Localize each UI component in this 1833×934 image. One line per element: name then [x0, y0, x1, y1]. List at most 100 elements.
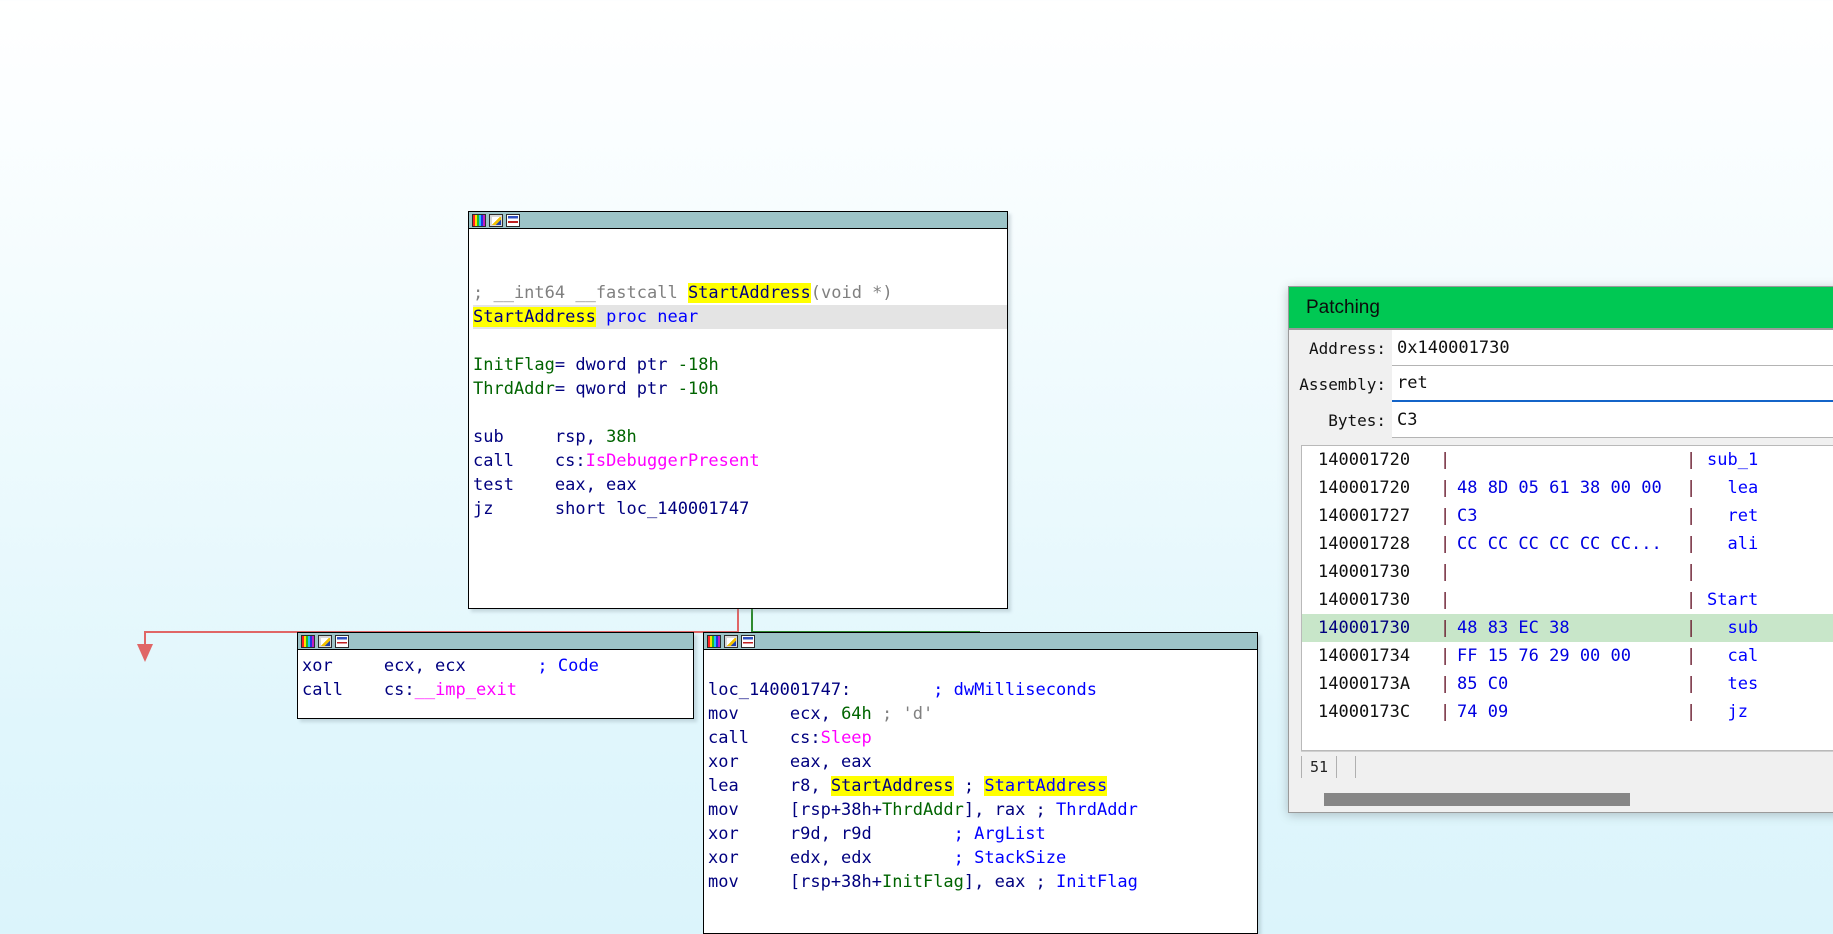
patch-hex-row[interactable]: 140001730 | 48 83 EC 38 | sub	[1302, 614, 1833, 642]
code-token: -10h	[677, 379, 719, 399]
graph-node-loop[interactable]: loc_140001747: ; dwMilliseconds mov ecx, …	[703, 632, 1258, 934]
address-field-row: Address: 0x140001730	[1289, 330, 1833, 366]
hex-row-disasm: ali	[1707, 534, 1759, 554]
chart-icon[interactable]	[741, 634, 755, 648]
chart-icon[interactable]	[506, 213, 520, 227]
code-token: __imp_exit	[414, 680, 517, 700]
code-token: ; StackSize	[953, 848, 1067, 868]
code-token: InitFlag	[1056, 872, 1138, 892]
code-line: call cs:IsDebuggerPresent	[473, 449, 1007, 473]
hex-row-disasm: ret	[1707, 506, 1759, 526]
hex-row-bytes: FF 15 76 29 00 00	[1457, 646, 1631, 666]
patch-hex-row[interactable]: 14000173C | 74 09 | jz	[1302, 698, 1833, 726]
node-titlebar[interactable]	[469, 212, 1007, 229]
code-token: qword ptr	[575, 379, 678, 399]
code-token: -18h	[677, 355, 719, 375]
code-token: InitFlag	[882, 872, 964, 892]
code-token: StartAddress	[984, 776, 1108, 796]
bytes-label: Bytes:	[1328, 410, 1386, 430]
code-token: dword ptr	[575, 355, 678, 375]
pencil-icon[interactable]	[489, 213, 503, 227]
address-input[interactable]: 0x140001730	[1392, 330, 1833, 366]
hex-column-separator: |	[1686, 562, 1697, 582]
hex-row-address: 140001730	[1318, 618, 1411, 638]
code-token: =	[554, 355, 576, 375]
code-token: ; 'd'	[871, 704, 934, 724]
hex-row-address: 14000173C	[1318, 702, 1411, 722]
code-line: xor edx, edx ; StackSize	[708, 846, 1257, 870]
graph-node-exit[interactable]: xor ecx, ecx ; Code call cs:__imp_exit	[297, 632, 694, 719]
hex-column-separator: |	[1440, 702, 1451, 722]
colors-icon[interactable]	[472, 213, 486, 227]
hex-column-separator: |	[1686, 534, 1697, 554]
bytes-field-row: Bytes: C3	[1289, 402, 1833, 438]
patching-dialog[interactable]: Patching Address: 0x140001730 Assembly: …	[1288, 286, 1833, 813]
graph-node-entry[interactable]: ; __int64 __fastcall StartAddress(void *…	[468, 211, 1008, 609]
hex-row-bytes: 48 8D 05 61 38 00 00	[1457, 478, 1662, 498]
code-token: ], rax ;	[963, 800, 1057, 820]
hex-row-bytes: CC CC CC CC CC CC...	[1457, 534, 1662, 554]
patch-hex-row[interactable]: 140001734 | FF 15 76 29 00 00 | cal	[1302, 642, 1833, 670]
colors-icon[interactable]	[301, 634, 315, 648]
patch-hex-row[interactable]: 140001720 | 48 8D 05 61 38 00 00 | lea	[1302, 474, 1833, 502]
hex-column-separator: |	[1686, 674, 1697, 694]
colors-icon[interactable]	[707, 634, 721, 648]
patch-hex-list[interactable]: 140001720 | | sub_1 140001720 | 48 8D 05 61 38…	[1301, 445, 1833, 751]
node-titlebar[interactable]	[298, 633, 693, 650]
code-line: sub rsp, 38h	[473, 425, 1007, 449]
horizontal-scrollbar[interactable]	[1301, 786, 1833, 812]
code-line: ; __int64 __fastcall StartAddress(void *…	[473, 281, 1007, 305]
hex-row-address: 140001720	[1318, 450, 1411, 470]
code-token: mov ecx,	[708, 704, 842, 724]
hex-column-separator: |	[1686, 646, 1697, 666]
patch-hex-row[interactable]: 140001727 | C3 | ret	[1302, 502, 1833, 530]
code-token: ThrdAddr	[1056, 800, 1138, 820]
code-token: IsDebuggerPresent	[585, 451, 760, 471]
code-line: mov [rsp+38h+InitFlag], eax ; InitFlag	[708, 870, 1257, 894]
patching-title-bar: Patching	[1289, 287, 1833, 330]
code-token: ; Code	[537, 656, 599, 676]
code-token: call cs:	[708, 728, 821, 748]
code-line: StartAddress proc near	[473, 305, 1007, 329]
hex-row-disasm: lea	[1707, 478, 1759, 498]
patch-hex-row[interactable]: 14000173A | 85 C0 | tes	[1302, 670, 1833, 698]
code-token: ; dwMilliseconds	[933, 680, 1097, 700]
pencil-icon[interactable]	[318, 634, 332, 648]
pencil-icon[interactable]	[724, 634, 738, 648]
code-line: lea r8, StartAddress ; StartAddress	[708, 774, 1257, 798]
hex-row-disasm: Start	[1707, 590, 1759, 610]
bytes-input[interactable]: C3	[1392, 402, 1833, 438]
code-token: jz short loc_140001747	[473, 499, 750, 519]
code-token: xor edx, edx	[708, 848, 954, 868]
code-token: Sleep	[820, 728, 872, 748]
node-titlebar[interactable]	[704, 633, 1257, 650]
hex-row-disasm: jz	[1707, 702, 1748, 722]
hex-row-disasm: sub_1	[1707, 450, 1759, 470]
code-token: =	[554, 379, 576, 399]
patch-hex-row[interactable]: 140001720 | | sub_1	[1302, 446, 1833, 474]
code-token: lea r8,	[708, 776, 831, 796]
chart-icon[interactable]	[335, 634, 349, 648]
scrollbar-thumb[interactable]	[1324, 792, 1630, 806]
code-line: mov [rsp+38h+ThrdAddr], rax ; ThrdAddr	[708, 798, 1257, 822]
code-token: loc_140001747:	[708, 680, 934, 700]
code-token: call cs:	[473, 451, 586, 471]
status-count: 51	[1301, 756, 1338, 778]
patch-hex-row[interactable]: 140001730 | |	[1302, 558, 1833, 586]
hex-row-bytes: 74 09	[1457, 702, 1509, 722]
hex-column-separator: |	[1686, 506, 1697, 526]
code-token: xor eax, eax	[708, 752, 872, 772]
hex-row-address: 140001720	[1318, 478, 1411, 498]
patch-hex-row[interactable]: 140001728 | CC CC CC CC CC CC... | ali	[1302, 530, 1833, 558]
node-entry-code: ; __int64 __fastcall StartAddress(void *…	[469, 229, 1007, 523]
assembly-input[interactable]: ret	[1392, 366, 1833, 402]
patch-hex-row[interactable]: 140001730 | | Start	[1302, 586, 1833, 614]
hex-column-separator: |	[1686, 450, 1697, 470]
hex-row-disasm: sub	[1707, 618, 1759, 638]
code-line: call cs:Sleep	[708, 726, 1257, 750]
code-line: call cs:__imp_exit	[302, 678, 693, 702]
